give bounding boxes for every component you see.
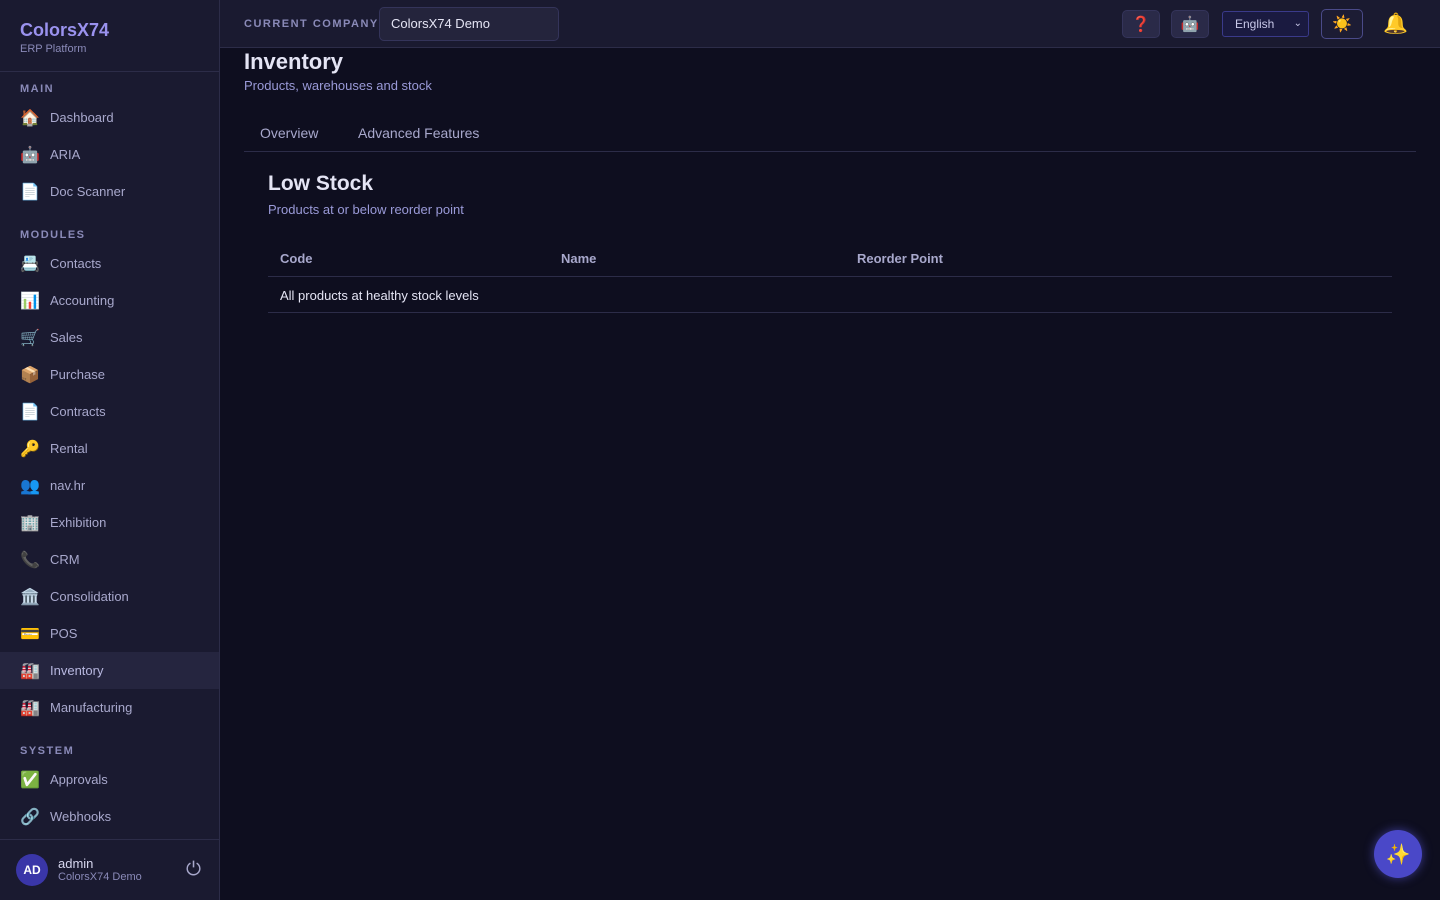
column-header-name[interactable]: Name (561, 251, 596, 266)
robot-icon: 🤖 (1180, 16, 1200, 33)
sidebar-item-hr[interactable]: 👥 nav.hr (0, 467, 219, 504)
sidebar-item-label: Purchase (50, 367, 105, 382)
sun-icon: ☀️ (1332, 16, 1352, 33)
sidebar-item-label: Sales (50, 330, 83, 345)
classical-building-icon: 🏛️ (20, 588, 40, 606)
low-stock-title: Low Stock (268, 172, 374, 195)
sidebar-item-webhooks[interactable]: 🔗 Webhooks (0, 798, 219, 835)
power-icon[interactable]: ⏻ (186, 859, 201, 881)
user-company: ColorsX74 Demo (58, 871, 142, 883)
page-title: Inventory (244, 49, 344, 74)
sidebar-item-manufacturing[interactable]: 🏭 Manufacturing (0, 689, 219, 726)
cart-icon: 🛒 (20, 329, 40, 347)
question-icon: ❓ (1131, 16, 1151, 33)
section-label-system: SYSTEM (20, 745, 75, 757)
sidebar-item-label: Approvals (50, 772, 108, 787)
home-icon: 🏠 (20, 109, 40, 127)
table-header: Code Name Reorder Point (268, 240, 1392, 277)
sidebar-item-label: Inventory (50, 663, 104, 678)
sidebar: ColorsX74 ERP Platform MAIN 🏠 Dashboard … (0, 0, 220, 900)
sidebar-item-exhibition[interactable]: 🏢 Exhibition (0, 504, 219, 541)
sidebar-item-doc-scanner[interactable]: 📄 Doc Scanner (0, 173, 219, 210)
user-bar: AD admin ColorsX74 Demo ⏻ (0, 839, 219, 900)
empty-state-message: All products at healthy stock levels (280, 288, 479, 303)
section-label-modules: MODULES (20, 229, 86, 241)
low-stock-subtitle: Products at or below reorder point (268, 202, 464, 217)
sidebar-item-label: Contracts (50, 404, 106, 419)
sidebar-item-crm[interactable]: 📞 CRM (0, 541, 219, 578)
sidebar-item-consolidation[interactable]: 🏛️ Consolidation (0, 578, 219, 615)
sidebar-item-sales[interactable]: 🛒 Sales (0, 319, 219, 356)
card-index-icon: 📇 (20, 255, 40, 273)
link-icon: 🔗 (20, 808, 40, 826)
table-row: All products at healthy stock levels (268, 277, 1392, 313)
section-label-main: MAIN (20, 83, 55, 95)
sidebar-item-label: Exhibition (50, 515, 107, 530)
language-value: English (1235, 17, 1275, 31)
brand-subtitle: ERP Platform (20, 43, 87, 55)
low-stock-table: Code Name Reorder Point All products at … (268, 240, 1392, 313)
user-info: admin ColorsX74 Demo (58, 856, 142, 884)
sidebar-item-label: Webhooks (50, 809, 112, 824)
tab-advanced-features[interactable]: Advanced Features (358, 125, 479, 141)
brand: ColorsX74 ERP Platform (0, 0, 219, 72)
tab-bar: Overview Advanced Features (244, 116, 1416, 152)
sidebar-item-rental[interactable]: 🔑 Rental (0, 430, 219, 467)
sidebar-item-label: Accounting (50, 293, 115, 308)
brand-title: ColorsX74 (20, 20, 110, 40)
tab-overview[interactable]: Overview (260, 125, 318, 141)
sidebar-item-pos[interactable]: 💳 POS (0, 615, 219, 652)
theme-toggle-button[interactable]: ☀️ (1321, 9, 1363, 39)
topbar: CURRENT COMPANY ColorsX74 Demo ❓ 🤖 Engli… (220, 0, 1440, 48)
column-header-reorder-point[interactable]: Reorder Point (857, 251, 943, 266)
help-button[interactable]: ❓ (1122, 10, 1160, 38)
sidebar-item-label: Dashboard (50, 110, 114, 125)
sidebar-item-purchase[interactable]: 📦 Purchase (0, 356, 219, 393)
sidebar-item-label: Contacts (50, 256, 102, 271)
phone-icon: 📞 (20, 551, 40, 569)
sidebar-item-label: Rental (50, 441, 88, 456)
factory-icon: 🏭 (20, 662, 40, 680)
bell-icon[interactable]: 🔔 (1383, 11, 1408, 36)
column-header-code[interactable]: Code (280, 251, 313, 266)
document-icon: 📄 (20, 183, 40, 201)
people-icon: 👥 (20, 477, 40, 495)
sparkles-icon: ✨ (1385, 843, 1411, 866)
robot-icon: 🤖 (20, 146, 40, 164)
key-icon: 🔑 (20, 440, 40, 458)
company-select[interactable]: ColorsX74 Demo (379, 7, 559, 41)
sidebar-item-inventory[interactable]: 🏭 Inventory (0, 652, 219, 689)
assistant-button[interactable]: 🤖 (1171, 10, 1209, 38)
user-name: admin (58, 856, 94, 871)
bar-chart-icon: 📊 (20, 292, 40, 310)
sidebar-item-label: Doc Scanner (50, 184, 126, 199)
sidebar-item-contracts[interactable]: 📄 Contracts (0, 393, 219, 430)
chevron-down-icon: ⌄ (1293, 18, 1302, 29)
ai-assistant-button[interactable]: ✨ (1374, 830, 1422, 878)
office-building-icon: 🏢 (20, 514, 40, 532)
sidebar-item-label: Consolidation (50, 589, 129, 604)
sidebar-item-approvals[interactable]: ✅ Approvals (0, 761, 219, 798)
sidebar-item-accounting[interactable]: 📊 Accounting (0, 282, 219, 319)
sidebar-item-label: Manufacturing (50, 700, 133, 715)
document-icon: 📄 (20, 403, 40, 421)
factory-icon: 🏭 (20, 699, 40, 717)
language-select[interactable]: English ⌄ (1222, 11, 1309, 37)
sidebar-item-label: nav.hr (50, 478, 86, 493)
credit-card-icon: 💳 (20, 625, 40, 643)
current-company-label: CURRENT COMPANY (244, 18, 379, 30)
sidebar-item-label: ARIA (50, 147, 81, 162)
sidebar-item-aria[interactable]: 🤖 ARIA (0, 136, 219, 173)
page-subtitle: Products, warehouses and stock (244, 78, 432, 93)
sidebar-item-contacts[interactable]: 📇 Contacts (0, 245, 219, 282)
package-icon: 📦 (20, 366, 40, 384)
sidebar-item-label: CRM (50, 552, 80, 567)
sidebar-item-label: POS (50, 626, 78, 641)
check-icon: ✅ (20, 771, 40, 789)
sidebar-item-dashboard[interactable]: 🏠 Dashboard (0, 99, 219, 136)
avatar[interactable]: AD (16, 854, 48, 886)
